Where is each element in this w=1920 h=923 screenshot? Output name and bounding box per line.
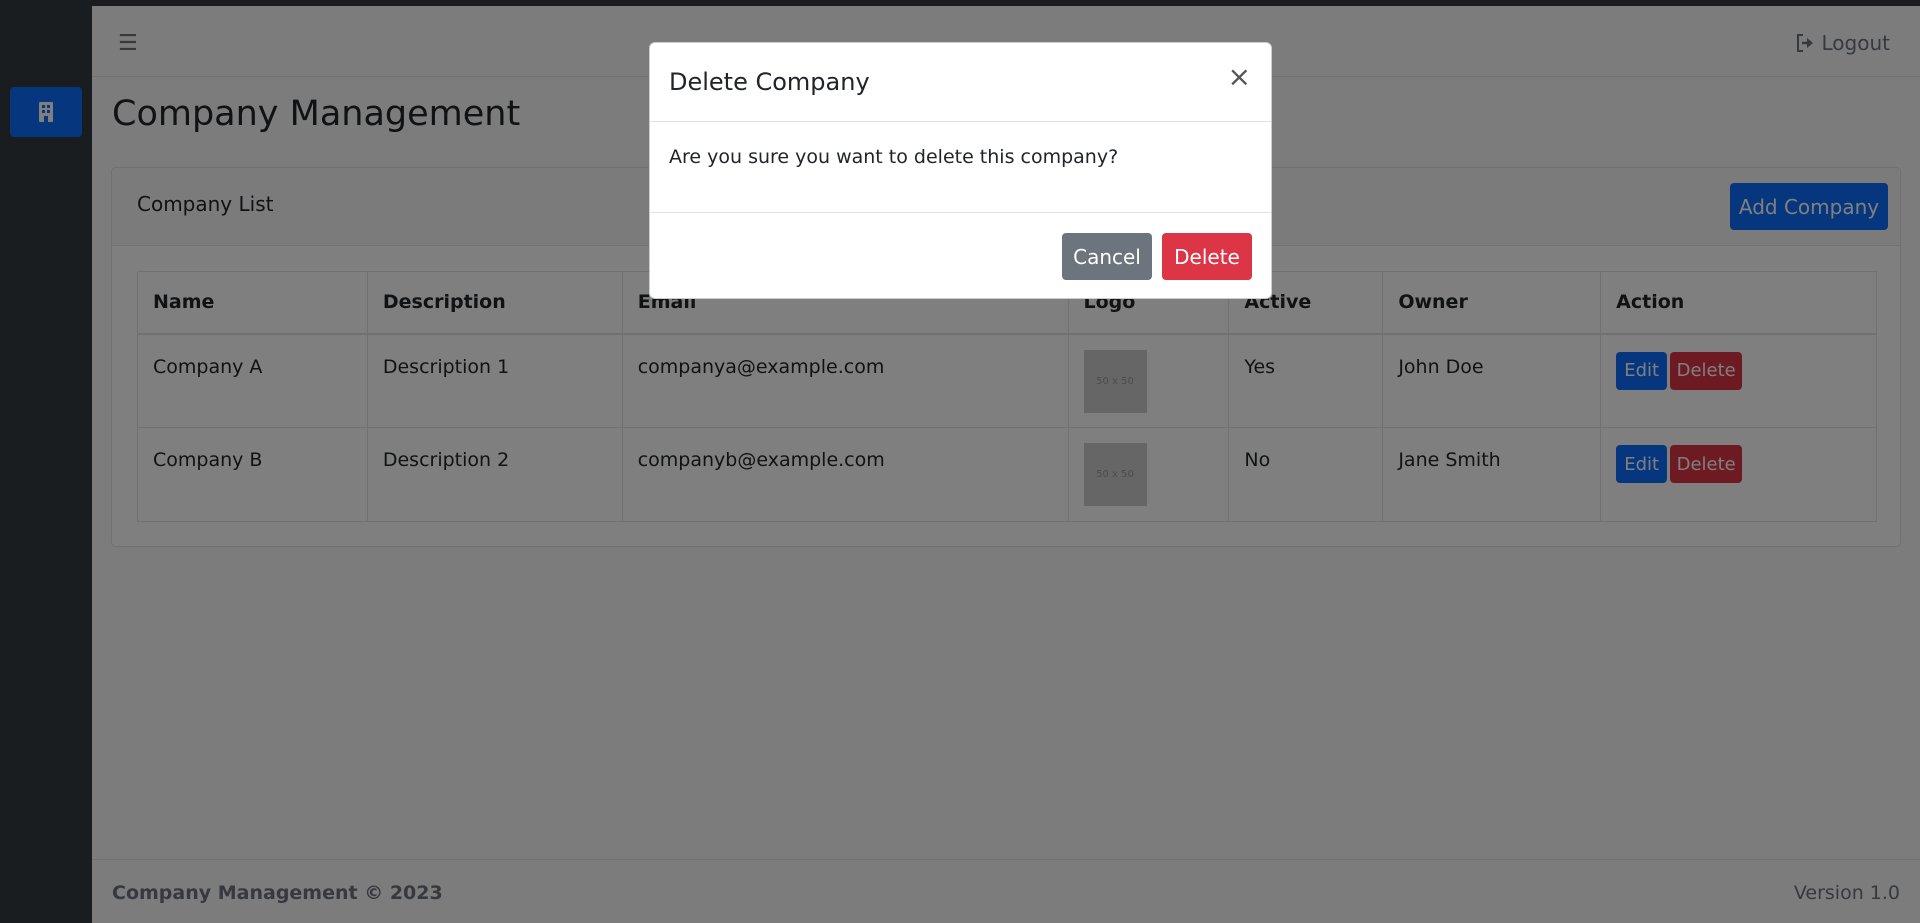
- modal-header: Delete Company ×: [650, 43, 1271, 122]
- cancel-button[interactable]: Cancel: [1062, 233, 1152, 280]
- close-icon[interactable]: ×: [1228, 63, 1251, 91]
- confirm-delete-button[interactable]: Delete: [1162, 233, 1252, 280]
- modal-title: Delete Company: [669, 68, 870, 96]
- modal-footer: Cancel Delete: [650, 212, 1271, 300]
- modal-message: Are you sure you want to delete this com…: [669, 146, 1119, 168]
- delete-company-modal: Delete Company × Are you sure you want t…: [649, 42, 1272, 299]
